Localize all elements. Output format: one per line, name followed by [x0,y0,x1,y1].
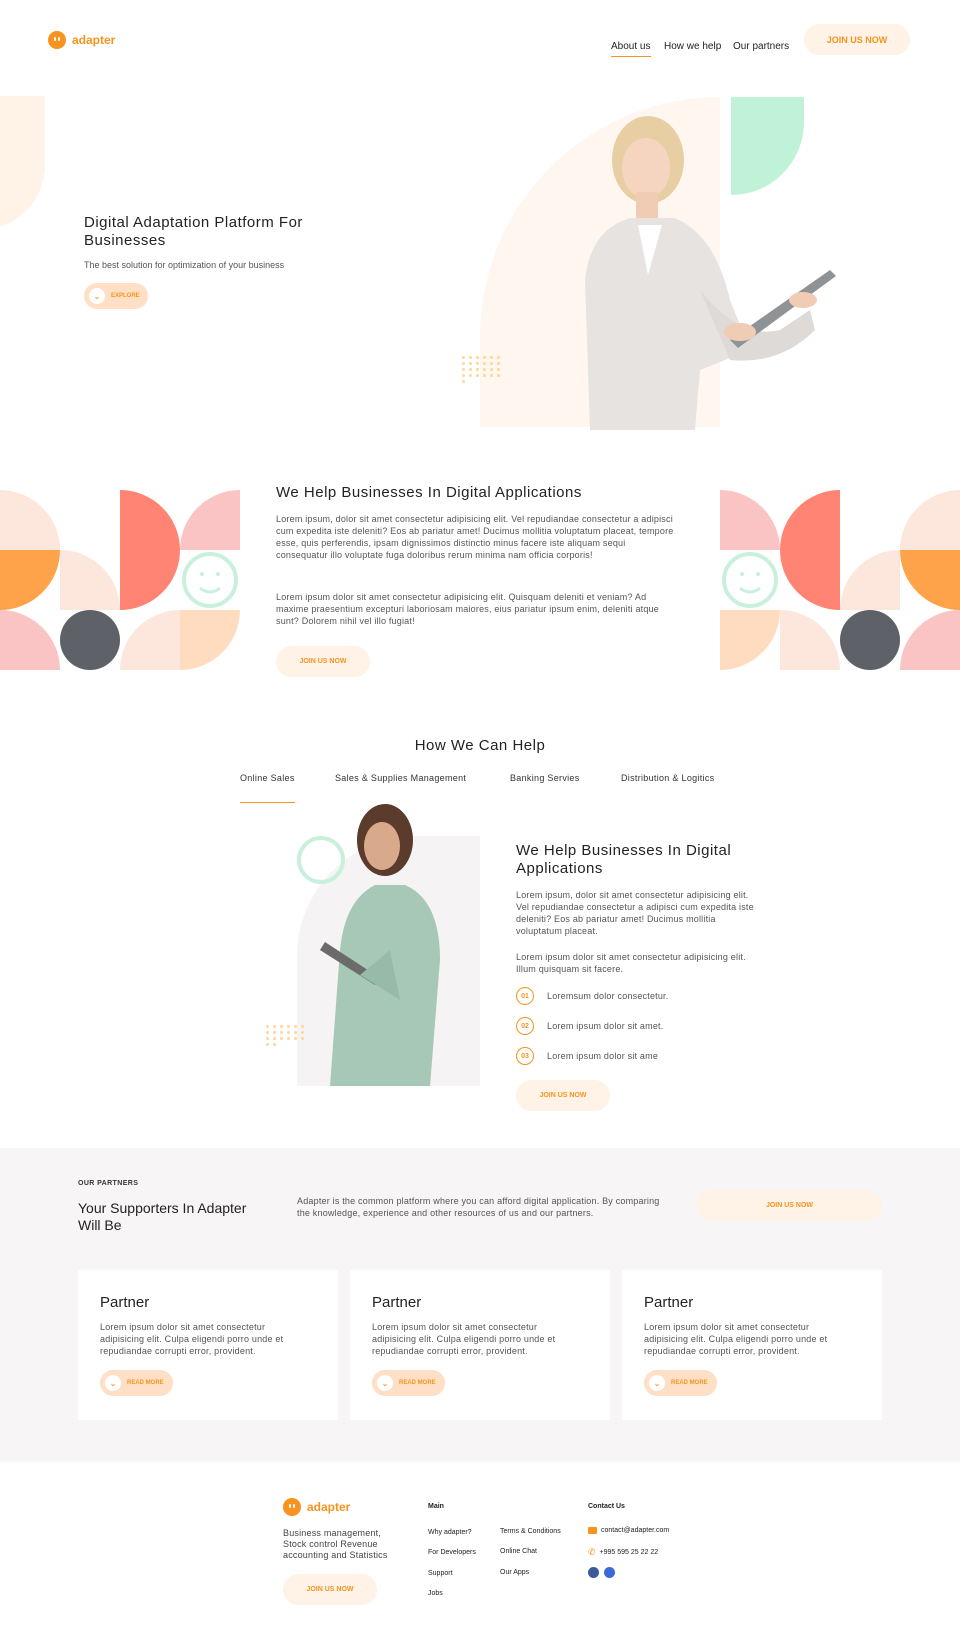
left-geometric-decor [0,490,240,670]
tab-banking[interactable]: Banking Servies [510,773,580,783]
how-paragraph-1: Lorem ipsum, dolor sit amet consectetur … [516,890,754,936]
help-paragraph-1: Lorem ipsum, dolor sit amet consectetur … [276,514,674,560]
chevron-down-icon: ⌄ [105,1375,121,1391]
nav-our-partners[interactable]: Our partners [733,36,789,54]
nav-link-how[interactable]: How we help [664,41,721,52]
footer-phone-text: +995 595 25 22 22 [599,1549,659,1556]
footer-join-button[interactable]: JOIN US NOW [283,1574,377,1605]
list-number-badge: 01 [516,987,534,1005]
explore-label: EXPLORE [111,293,140,299]
how-content-title: We Help Businesses In Digital Applicatio… [516,842,732,877]
list-number-badge: 03 [516,1047,534,1065]
footer-link-why[interactable]: Why adapter? [428,1529,472,1536]
list-item-text: Loremsum dolor consectetur. [547,991,669,1001]
read-more-label: READ MORE [399,1380,436,1386]
explore-button[interactable]: ⌄ EXPLORE [84,283,148,309]
footer-phone[interactable]: ✆ +995 595 25 22 22 [588,1547,658,1558]
list-item: 01 Loremsum dolor consectetur. [516,987,668,1005]
chevron-down-icon: ⌄ [89,288,105,304]
header-join-button[interactable]: JOIN US NOW [804,24,910,55]
chevron-down-icon: ⌄ [649,1375,665,1391]
right-geometric-decor [720,490,960,670]
nav-link-about[interactable]: About us [611,41,650,52]
mail-icon [588,1527,597,1534]
partner-card-title: Partner [644,1294,694,1311]
footer-link-terms[interactable]: Terms & Conditions [500,1528,561,1535]
partners-title: Your Supporters In Adapter Will Be [78,1200,247,1233]
nav-how-we-help[interactable]: How we help [664,36,721,54]
messenger-icon[interactable] [604,1567,615,1578]
partners-description: Adapter is the common platform where you… [297,1196,660,1218]
hero-dot-pattern [462,356,501,383]
footer-link-jobs[interactable]: Jobs [428,1590,443,1597]
tab-online-sales[interactable]: Online Sales [240,773,295,783]
partner-card-text: Lorem ipsum dolor sit amet consectetur a… [372,1322,556,1356]
tab-active-underline [240,802,295,803]
footer-email[interactable]: contact@adapter.com [588,1527,669,1534]
footer-email-text: contact@adapter.com [601,1527,670,1534]
partner-card: Partner Lorem ipsum dolor sit amet conse… [350,1270,610,1420]
footer-link-apps[interactable]: Our Apps [500,1569,529,1576]
partner-card-text: Lorem ipsum dolor sit amet consectetur a… [100,1322,284,1356]
tab-distribution[interactable]: Distribution & Logitics [621,773,714,783]
list-item-text: Lorem ipsum dolor sit ame [547,1051,659,1061]
list-item: 02 Lorem ipsum dolor sit amet. [516,1017,663,1035]
partners-join-button[interactable]: JOIN US NOW [697,1190,882,1221]
partner-card-text: Lorem ipsum dolor sit amet consectetur a… [644,1322,828,1356]
list-item: 03 Lorem ipsum dolor sit ame [516,1047,658,1065]
footer-logo[interactable]: adapter [283,1498,350,1516]
hero-decor-shape [0,96,45,230]
footer-contact-heading: Contact Us [588,1503,625,1510]
footer-main-heading: Main [428,1503,444,1510]
read-more-label: READ MORE [671,1380,708,1386]
nav-active-underline [611,56,651,57]
partner-card: Partner Lorem ipsum dolor sit amet conse… [622,1270,882,1420]
partner-card: Partner Lorem ipsum dolor sit amet conse… [78,1270,338,1420]
list-item-text: Lorem ipsum dolor sit amet. [547,1021,664,1031]
tab-sales-supplies[interactable]: Sales & Supplies Management [335,773,466,783]
how-title: How We Can Help [414,737,546,754]
help-join-button[interactable]: JOIN US NOW [276,646,370,677]
footer-link-chat[interactable]: Online Chat [500,1548,537,1555]
footer-tagline: Business management, Stock control Reven… [283,1528,388,1560]
how-paragraph-2: Lorem ipsum dolor sit amet consectetur a… [516,952,746,974]
chevron-down-icon: ⌄ [377,1375,393,1391]
nav-about-us[interactable]: About us [611,36,650,54]
help-paragraph-2: Lorem ipsum dolor sit amet consectetur a… [276,592,659,626]
hero-woman-image [585,116,836,430]
read-more-label: READ MORE [127,1380,164,1386]
nav-link-partners[interactable]: Our partners [733,41,789,52]
partners-eyebrow: OUR PARTNERS [78,1180,139,1187]
help-title: We Help Businesses In Digital Applicatio… [276,484,582,501]
read-more-button[interactable]: ⌄ READ MORE [100,1370,173,1396]
how-woman-image [320,804,440,1086]
logo-text: adapter [72,33,116,47]
partner-card-title: Partner [372,1294,422,1311]
read-more-button[interactable]: ⌄ READ MORE [644,1370,717,1396]
phone-icon: ✆ [588,1547,596,1557]
facebook-icon[interactable] [588,1567,599,1578]
list-number-badge: 02 [516,1017,534,1035]
logo-icon [48,31,66,49]
footer-link-support[interactable]: Support [428,1570,453,1577]
partner-card-title: Partner [100,1294,150,1311]
how-join-button[interactable]: JOIN US NOW [516,1080,610,1111]
hero-subtitle: The best solution for optimization of yo… [84,260,285,270]
logo[interactable]: adapter [48,31,115,49]
read-more-button[interactable]: ⌄ READ MORE [372,1370,445,1396]
footer-link-developers[interactable]: For Developers [428,1549,476,1556]
logo-text: adapter [307,1500,351,1514]
hero-title: Digital Adaptation Platform For Business… [84,214,303,249]
logo-icon [283,1498,301,1516]
